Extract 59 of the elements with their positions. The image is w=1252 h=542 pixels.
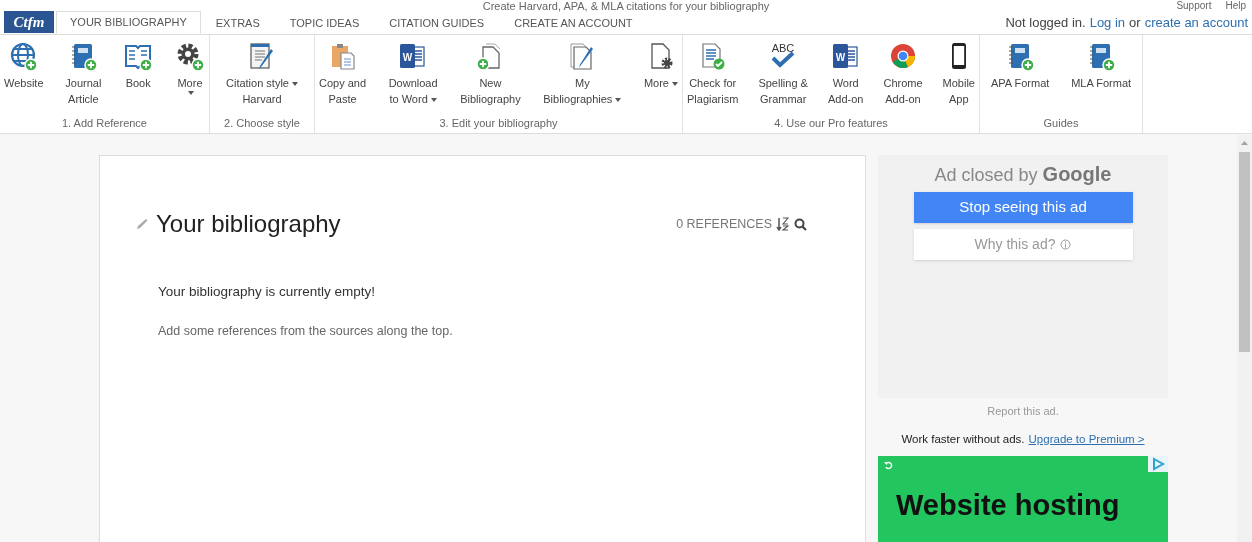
group-label: 2. Choose style	[223, 116, 301, 130]
upgrade-link[interactable]: Upgrade to Premium >	[1028, 430, 1145, 448]
group-label: 3. Edit your bibliography	[438, 116, 559, 130]
caret-icon	[615, 98, 622, 103]
toolbar-button[interactable]: APA Format	[990, 41, 1050, 116]
toolbar-button[interactable]: More	[174, 41, 205, 116]
toolbar-button[interactable]: Journal Article	[65, 41, 102, 116]
help-link[interactable]: Help	[1225, 0, 1246, 12]
toolbar-button[interactable]: MLA Format	[1071, 41, 1132, 116]
nav-tab[interactable]: CITATION GUIDES	[374, 12, 500, 34]
tagline: Create Harvard, APA, & MLA citations for your bibliography	[482, 0, 770, 12]
group-label: 1. Add Reference	[61, 116, 148, 130]
ad-headline: Website hosting	[896, 489, 1121, 520]
refresh-icon	[884, 460, 893, 470]
support-link[interactable]: Support	[1176, 0, 1212, 12]
reference-count: 0 REFERENCES	[676, 215, 772, 233]
chrome-icon	[888, 41, 918, 71]
toolbar-button[interactable]: Check for Plagiarism	[687, 41, 739, 116]
scrollbar[interactable]	[1237, 135, 1252, 542]
toolbar-button[interactable]: W Word Add-on	[827, 41, 864, 116]
logo[interactable]: Ctfm	[4, 11, 54, 33]
upsell-text: Work faster without ads.	[901, 431, 1025, 447]
caret-icon	[430, 98, 437, 103]
toolbar-button[interactable]: Website	[4, 41, 44, 116]
sort-icon[interactable]	[776, 217, 790, 231]
toolbar-button[interactable]: Book	[123, 41, 154, 116]
info-icon	[1060, 239, 1072, 250]
nav-tab[interactable]: EXTRAS	[200, 12, 275, 34]
toolbar-button[interactable]: Citation style Harvard	[226, 41, 298, 116]
toolbar-button[interactable]: New Bibliography	[460, 41, 521, 116]
toolbar-button[interactable]: Chrome Add-on	[883, 41, 923, 116]
caret-icon	[188, 91, 195, 95]
ad-closed-text: Ad closed by	[934, 165, 1039, 185]
pencil-icon	[136, 218, 148, 230]
empty-hint: Add some references from the sources along the top.	[158, 323, 454, 341]
toolbar-button[interactable]: ABC Spelling & Grammar	[758, 41, 808, 116]
or-text: or	[1129, 14, 1141, 32]
toolbar-button[interactable]: More	[643, 41, 678, 116]
search-icon[interactable]	[794, 217, 807, 231]
toolbar-button[interactable]: Mobile App	[942, 41, 975, 116]
create-account-link[interactable]: create an account	[1144, 12, 1248, 34]
google-wordmark: Google	[1042, 163, 1112, 185]
toolbar-button[interactable]: My Bibliographies	[543, 41, 622, 116]
toolbar-button[interactable]: Copy and Paste	[319, 41, 367, 116]
caret-icon	[292, 82, 298, 87]
stop-ad-button[interactable]: Stop seeing this ad	[913, 192, 1133, 223]
login-link[interactable]: Log in	[1089, 12, 1126, 34]
caret-icon	[672, 82, 678, 87]
nav-tab[interactable]: TOPIC IDEAS	[274, 12, 375, 34]
toolbar-button[interactable]: W Download to Word	[388, 41, 438, 116]
group-label: 4. Use our Pro features	[773, 116, 889, 130]
globe-plus-icon	[8, 41, 39, 71]
adchoices-icon[interactable]	[1148, 455, 1168, 472]
login-status: Not logged in.	[1005, 14, 1086, 32]
group-label: Guides	[1042, 116, 1080, 130]
bibliography-title: Your bibliography	[156, 209, 341, 239]
nav-tab[interactable]: CREATE AN ACCOUNT	[499, 12, 648, 34]
nav-tab[interactable]: YOUR BIBLIOGRAPHY	[56, 11, 201, 34]
empty-message: Your bibliography is currently empty!	[158, 283, 377, 301]
